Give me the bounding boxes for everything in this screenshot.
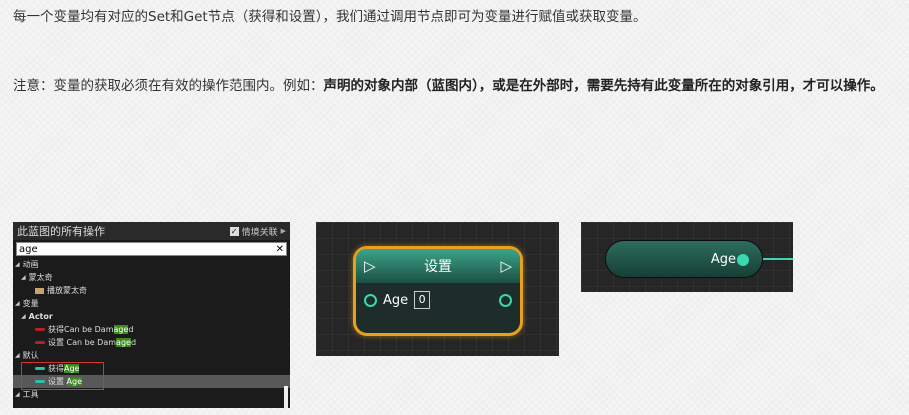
age-input-pin: Age 0 <box>364 291 431 309</box>
get-node-label: Age <box>710 251 736 267</box>
search-value: age <box>19 243 38 255</box>
expand-triangle-icon: ◢ <box>15 261 20 268</box>
category-tools[interactable]: ◢ 工具 <box>13 388 290 401</box>
category-variables[interactable]: ◢ 变量 <box>13 297 290 310</box>
context-label: 情境关联 <box>241 227 278 238</box>
scrollbar[interactable] <box>284 386 288 408</box>
category-animation[interactable]: ◢ 动画 <box>13 258 290 271</box>
bool-variable-icon <box>35 328 45 331</box>
get-node[interactable]: Age <box>605 240 763 278</box>
item-play-montage[interactable]: 播放蒙太奇 <box>13 284 290 297</box>
item-label: 播放蒙太奇 <box>47 286 87 295</box>
set-node-screenshot: ▷ 设置 ▷ Age 0 <box>316 222 559 356</box>
set-node-title: 设置 <box>424 259 452 275</box>
arrow-right-icon: ▶ <box>280 227 286 235</box>
category-label: 默认 <box>22 351 39 360</box>
item-label: 设置 Can be Damaged <box>48 338 137 347</box>
category-label: Actor <box>28 312 53 321</box>
note-bold-text: 声明的对象内部（蓝图内），或是在外部时，需要先持有此变量所在的对象引用，才可以操… <box>323 78 884 94</box>
item-label: 获得Age <box>48 364 80 373</box>
pin-icon[interactable] <box>364 293 377 307</box>
set-node-header: ▷ 设置 ▷ <box>356 249 520 283</box>
action-menu-screenshot: 此蓝图的所有操作 ✓ 情境关联 ▶ age ✕ ◢ 动画 ◢ 蒙太奇 播放蒙太奇… <box>13 222 290 408</box>
context-sensitive-toggle[interactable]: ✓ 情境关联 ▶ <box>229 225 286 238</box>
search-input[interactable]: age ✕ <box>16 242 287 256</box>
item-set-age[interactable]: 设置 Age <box>13 375 290 388</box>
item-label: 设置 Age <box>48 377 83 386</box>
item-set-can-be-damaged[interactable]: 设置 Can be Damaged <box>13 336 290 349</box>
category-actor[interactable]: ◢ Actor <box>13 310 290 323</box>
action-menu-header: 此蓝图的所有操作 ✓ 情境关联 ▶ <box>13 222 290 240</box>
output-pin-icon[interactable] <box>737 254 749 266</box>
exec-in-icon[interactable]: ▷ <box>364 258 376 274</box>
note-paragraph: 注意：变量的获取必须在有效的操作范围内。例如：声明的对象内部（蓝图内），或是在外… <box>13 72 893 100</box>
int-variable-icon <box>35 367 45 370</box>
category-default[interactable]: ◢ 默认 <box>13 349 290 362</box>
checkbox-icon[interactable]: ✓ <box>229 226 239 236</box>
exec-out-icon[interactable]: ▷ <box>500 258 512 274</box>
set-node[interactable]: ▷ 设置 ▷ Age 0 <box>353 246 523 336</box>
bool-variable-icon <box>35 341 45 344</box>
age-value-field[interactable]: 0 <box>414 291 431 309</box>
output-pin-icon[interactable] <box>499 293 512 307</box>
category-montage[interactable]: ◢ 蒙太奇 <box>13 271 290 284</box>
note-plain-text: 注意：变量的获取必须在有效的操作范围内。例如： <box>13 78 324 94</box>
category-label: 蒙太奇 <box>28 273 53 282</box>
item-get-can-be-damaged[interactable]: 获得Can be Damaged <box>13 323 290 336</box>
action-menu-title: 此蓝图的所有操作 <box>17 225 105 238</box>
expand-triangle-icon: ◢ <box>21 313 26 320</box>
age-pin-label: Age <box>383 292 409 308</box>
clear-icon[interactable]: ✕ <box>276 244 284 255</box>
wire <box>761 258 793 260</box>
category-label: 工具 <box>22 390 39 399</box>
montage-icon <box>35 287 44 294</box>
get-node-screenshot: Age <box>581 222 793 292</box>
action-tree: ◢ 动画 ◢ 蒙太奇 播放蒙太奇 ◢ 变量 ◢ Actor 获得Can be D… <box>13 258 290 401</box>
category-label: 变量 <box>22 299 39 308</box>
expand-triangle-icon: ◢ <box>15 352 20 359</box>
category-label: 动画 <box>22 260 39 269</box>
item-label: 获得Can be Damaged <box>48 325 134 334</box>
expand-triangle-icon: ◢ <box>15 391 20 398</box>
set-node-body: Age 0 <box>356 283 520 317</box>
int-variable-icon <box>35 380 45 383</box>
item-get-age[interactable]: 获得Age <box>13 362 290 375</box>
intro-paragraph: 每一个变量均有对应的Set和Get节点（获得和设置），我们通过调用节点即可为变量… <box>13 9 647 25</box>
expand-triangle-icon: ◢ <box>15 300 20 307</box>
expand-triangle-icon: ◢ <box>21 274 26 281</box>
